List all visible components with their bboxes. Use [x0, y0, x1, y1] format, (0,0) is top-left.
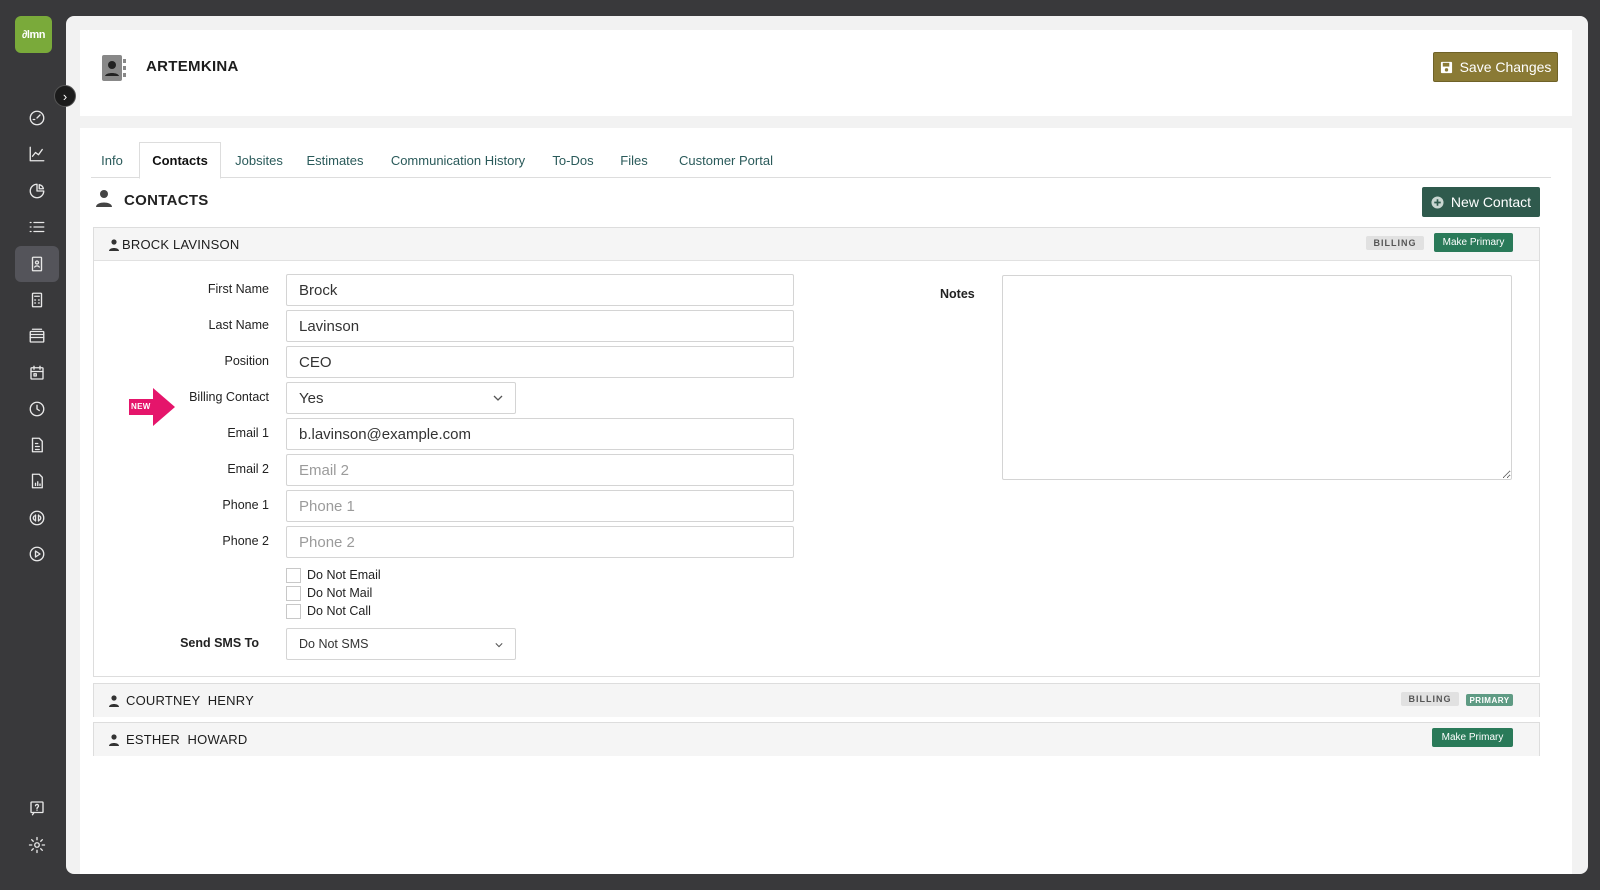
save-icon — [1440, 61, 1452, 73]
list-icon[interactable] — [15, 209, 59, 245]
main-frame: ARTEMKINA Save Changes Info Contacts Job… — [66, 16, 1588, 874]
billing-contact-select[interactable]: Yes — [286, 382, 516, 414]
make-primary-button[interactable]: Make Primary — [1432, 728, 1513, 747]
chevron-down-icon — [495, 643, 503, 648]
new-contact-label: New Contact — [1450, 194, 1532, 210]
dashboard-icon[interactable] — [15, 100, 59, 136]
billing-badge: BILLING — [1366, 236, 1424, 250]
checkbox-label: Do Not Mail — [307, 586, 373, 600]
tab-estimates[interactable]: Estimates — [299, 142, 371, 178]
tab-communication-history[interactable]: Communication History — [384, 142, 532, 178]
tab-contacts[interactable]: Contacts — [139, 142, 221, 179]
analytics-icon[interactable] — [15, 136, 59, 172]
page-title: ARTEMKINA — [146, 58, 239, 75]
notes-label: Notes — [940, 287, 975, 301]
do-not-mail-checkbox[interactable]: Do Not Mail — [286, 584, 372, 602]
tab-customer-portal[interactable]: Customer Portal — [670, 142, 782, 178]
do-not-email-checkbox[interactable]: Do Not Email — [286, 566, 381, 584]
person-icon — [109, 695, 119, 707]
send-sms-label: Send SMS To — [180, 636, 259, 650]
checkbox-box[interactable] — [286, 585, 301, 601]
contact-name: BROCK LAVINSON — [122, 237, 240, 252]
new-badge-text: NEW — [131, 402, 151, 411]
email2-input[interactable] — [286, 454, 794, 486]
make-primary-button[interactable]: Make Primary — [1434, 233, 1513, 252]
address-book-icon — [102, 55, 126, 81]
email1-input[interactable] — [286, 418, 794, 450]
contact-panel[interactable]: ESTHER HOWARD Make Primary — [93, 722, 1540, 756]
calculator-icon[interactable] — [15, 282, 59, 318]
pie-chart-icon[interactable] — [15, 173, 59, 209]
contact-panel-header[interactable]: ESTHER HOWARD Make Primary — [94, 723, 1539, 756]
phone2-label: Phone 2 — [222, 534, 269, 548]
plus-circle-icon — [1431, 195, 1444, 209]
email1-label: Email 1 — [227, 426, 269, 440]
person-icon — [96, 190, 112, 207]
tab-bar: Info Contacts Jobsites Estimates Communi… — [91, 142, 1551, 179]
play-icon[interactable] — [15, 536, 59, 572]
tab-jobsites[interactable]: Jobsites — [227, 142, 291, 178]
checkbox-label: Do Not Call — [307, 604, 371, 618]
save-changes-label: Save Changes — [1459, 59, 1552, 75]
sidebar-toggle-chevron-icon[interactable]: › — [54, 85, 76, 107]
chevron-down-icon — [493, 395, 503, 401]
billing-badge: BILLING — [1401, 692, 1459, 706]
phone2-input[interactable] — [286, 526, 794, 558]
last-name-label: Last Name — [208, 318, 269, 332]
file-chart-icon[interactable] — [15, 463, 59, 499]
new-contact-button[interactable]: New Contact — [1422, 187, 1540, 217]
last-name-input[interactable] — [286, 310, 794, 342]
settings-icon[interactable] — [15, 827, 59, 863]
contact-name: ESTHER HOWARD — [126, 732, 248, 747]
tab-info[interactable]: Info — [91, 142, 133, 178]
email2-label: Email 2 — [227, 462, 269, 476]
sidebar: ∂lmn — [0, 0, 66, 890]
notes-textarea[interactable] — [1002, 275, 1512, 480]
clock-icon[interactable] — [15, 391, 59, 427]
checkbox-label: Do Not Email — [307, 568, 381, 582]
content-area: Info Contacts Jobsites Estimates Communi… — [80, 128, 1572, 874]
checkbox-box[interactable] — [286, 603, 301, 619]
contact-panel-header[interactable]: BROCK LAVINSON BILLING Make Primary — [94, 228, 1539, 261]
primary-badge: PRIMARY — [1466, 694, 1513, 706]
first-name-input[interactable] — [286, 274, 794, 306]
contact-panel[interactable]: COURTNEY HENRY BILLING PRIMARY — [93, 683, 1540, 717]
app-logo[interactable]: ∂lmn — [15, 16, 52, 53]
document-icon[interactable] — [15, 427, 59, 463]
contact-name: COURTNEY HENRY — [126, 693, 254, 708]
checkbox-box[interactable] — [286, 567, 301, 583]
contacts-heading: CONTACTS — [124, 192, 209, 209]
help-icon[interactable] — [15, 790, 59, 826]
send-sms-value: Do Not SMS — [299, 637, 369, 651]
phone1-input[interactable] — [286, 490, 794, 522]
tab-files[interactable]: Files — [614, 142, 654, 178]
page-header: ARTEMKINA Save Changes — [80, 30, 1572, 116]
billing-contact-label: Billing Contact — [189, 390, 269, 404]
person-icon — [109, 239, 119, 251]
do-not-call-checkbox[interactable]: Do Not Call — [286, 602, 371, 620]
calendar-icon[interactable] — [15, 355, 59, 391]
first-name-label: First Name — [207, 282, 269, 296]
tab-todos[interactable]: To-Dos — [544, 142, 602, 178]
contacts-icon[interactable] — [15, 246, 59, 282]
contact-form: First Name Last Name Position NEW Billin… — [94, 261, 1539, 677]
save-changes-button[interactable]: Save Changes — [1433, 52, 1558, 82]
layers-icon[interactable] — [15, 318, 59, 354]
contact-panel: BROCK LAVINSON BILLING Make Primary Firs… — [93, 227, 1540, 677]
billing-contact-value: Yes — [299, 389, 324, 407]
phone1-label: Phone 1 — [222, 498, 269, 512]
quickbooks-icon[interactable] — [15, 500, 59, 536]
person-icon — [109, 734, 119, 746]
position-input[interactable] — [286, 346, 794, 378]
position-label: Position — [224, 354, 269, 368]
send-sms-select[interactable]: Do Not SMS — [286, 628, 516, 660]
contact-panel-header[interactable]: COURTNEY HENRY BILLING PRIMARY — [94, 684, 1539, 717]
